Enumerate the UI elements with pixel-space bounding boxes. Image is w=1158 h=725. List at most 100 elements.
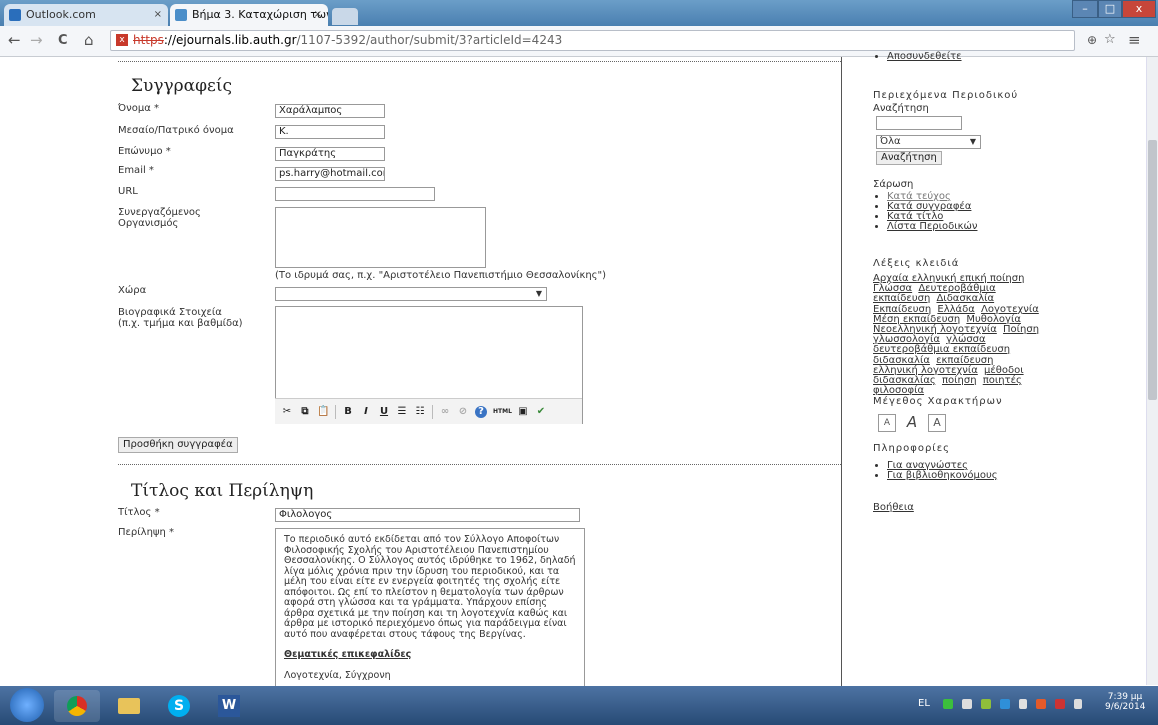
menu-icon[interactable]: ≡ (1128, 31, 1141, 49)
link-icon[interactable]: ∞ (439, 406, 451, 418)
keyword-link[interactable]: Λογοτεχνία (981, 304, 1039, 315)
url-host: ://ejournals.lib.auth.gr (163, 33, 297, 47)
thematic-heading: Θεματικές επικεφαλίδες (284, 649, 412, 660)
last-name-input[interactable]: Παγκράτης (275, 147, 385, 161)
url-input[interactable]: x https://ejournals.lib.auth.gr/1107-539… (110, 30, 1075, 51)
divider (118, 464, 841, 465)
search-button[interactable]: Αναζήτηση (876, 151, 942, 165)
help-link-text: Βοήθεια (873, 502, 914, 513)
html-icon[interactable]: HTML (493, 406, 512, 418)
flag-icon[interactable] (1055, 699, 1065, 709)
affiliation-label-2: Οργανισμός (118, 218, 179, 229)
font-smaller-button[interactable]: A (878, 414, 896, 432)
email-input[interactable]: ps.harry@hotmail.com (275, 167, 385, 181)
keyword-link[interactable]: ποιητές (983, 375, 1022, 386)
first-name-input[interactable]: Χαράλαμπος (275, 104, 385, 118)
spellcheck-icon[interactable]: ✔ (535, 406, 547, 418)
search-scope-select[interactable]: Όλα ▼ (876, 135, 981, 149)
minimize-button[interactable]: – (1072, 0, 1098, 18)
skype-taskbar-icon[interactable]: S (156, 690, 202, 722)
signal-icon[interactable] (1019, 699, 1027, 709)
reload-icon[interactable]: C (58, 33, 68, 48)
abstract-editor[interactable]: Το περιοδικό αυτό εκδίδεται από τον Σύλλ… (275, 528, 585, 688)
keyword-link[interactable]: εκπαίδευση (936, 355, 993, 366)
for-librarians-link[interactable]: Για βιβλιοθηκονόμους (887, 470, 998, 481)
word-taskbar-icon[interactable]: W (206, 690, 252, 722)
underline-icon[interactable]: U (378, 406, 390, 418)
toolbar-separator (335, 404, 336, 419)
chevron-down-icon: ▼ (969, 137, 976, 146)
bold-icon[interactable]: B (342, 406, 354, 418)
last-name-label: Επώνυμο * (118, 146, 171, 157)
tab-outlook[interactable]: Outlook.com × (4, 4, 168, 26)
journal-list-link[interactable]: Λίστα Περιοδικών (887, 221, 977, 232)
new-tab-button[interactable] (332, 8, 358, 25)
title-abstract-heading: Τίτλος και Περίληψη (131, 481, 314, 501)
tray-app-icon[interactable] (943, 699, 953, 709)
font-default-button[interactable]: A (903, 413, 921, 431)
unlink-icon[interactable]: ⊘ (457, 406, 469, 418)
logout-link[interactable]: Αποσυνδεθείτε (887, 51, 962, 62)
address-toolbar: ← → C ⌂ x https://ejournals.lib.auth.gr/… (0, 26, 1158, 57)
image-icon[interactable]: ▣ (517, 406, 529, 418)
tray-app-icon[interactable] (1000, 699, 1010, 709)
chrome-taskbar-icon[interactable] (54, 690, 100, 722)
scope-value: Όλα (880, 136, 901, 147)
add-author-button[interactable]: Προσθήκη συγγραφέα (118, 437, 238, 453)
close-window-button[interactable]: x (1122, 0, 1156, 18)
bullet-list-icon[interactable]: ☰ (396, 406, 408, 418)
paste-icon[interactable]: 📋 (317, 406, 329, 418)
keyword-link[interactable]: δευτεροβάθμια εκπαίδευση (873, 344, 1010, 355)
country-select[interactable]: ▼ (275, 287, 547, 301)
forward-icon[interactable]: → (30, 31, 43, 49)
abstract-label: Περίληψη * (118, 527, 175, 538)
title-label: Τίτλος * (118, 507, 160, 518)
volume-icon[interactable] (1074, 699, 1082, 709)
keyword-link[interactable]: ποίηση (942, 375, 977, 386)
keyword-link[interactable]: Ελλάδα (937, 304, 974, 315)
title-input[interactable]: Φιλολογος (275, 508, 580, 522)
language-indicator[interactable]: EL (918, 698, 930, 709)
help-link[interactable]: Βοήθεια (873, 502, 914, 513)
explorer-taskbar-icon[interactable] (106, 690, 152, 722)
first-name-label: Όνομα * (118, 103, 159, 114)
copy-icon[interactable]: ⧉ (299, 406, 311, 418)
outlook-favicon-icon (9, 9, 21, 21)
cut-icon[interactable]: ✂ (281, 406, 293, 418)
middle-name-label: Μεσαίο/Πατρικό όνομα (118, 125, 234, 136)
insecure-lock-icon: x (116, 34, 128, 46)
tab-close-icon[interactable]: × (314, 4, 322, 26)
zoom-icon[interactable]: ⊕ (1087, 33, 1097, 47)
keyword-link[interactable]: Ποίηση (1003, 324, 1039, 335)
bio-label-2: (π.χ. τμήμα και βαθμίδα) (118, 318, 243, 329)
middle-name-input[interactable]: Κ. (275, 125, 385, 139)
url-field[interactable] (275, 187, 435, 201)
tab-label: Βήμα 3. Καταχώριση των (192, 8, 328, 21)
keyword-link[interactable]: Διδασκαλία (936, 293, 994, 304)
tray-app-icon[interactable] (1036, 699, 1046, 709)
help-icon[interactable]: ? (475, 405, 487, 418)
chevron-down-icon: ▼ (535, 289, 542, 298)
tab-submission[interactable]: Βήμα 3. Καταχώριση των × (170, 4, 328, 26)
home-icon[interactable]: ⌂ (84, 31, 94, 49)
affiliation-textarea[interactable] (275, 207, 486, 268)
font-larger-button[interactable]: A (928, 414, 946, 432)
url-scheme: https (133, 33, 164, 47)
affiliation-label: Συνεργαζόμενος (118, 207, 201, 218)
tray-app-icon[interactable] (981, 699, 991, 709)
scrollbar-thumb[interactable] (1148, 140, 1157, 400)
maximize-button[interactable]: □ (1098, 0, 1122, 18)
back-icon[interactable]: ← (8, 31, 21, 49)
italic-icon[interactable]: I (360, 406, 372, 418)
tab-close-icon[interactable]: × (154, 4, 162, 26)
tray-app-icon[interactable] (962, 699, 972, 709)
keyword-link[interactable]: φιλοσοφία (873, 385, 924, 396)
clock[interactable]: 7:39 μμ 9/6/2014 (1105, 692, 1145, 712)
bookmark-star-icon[interactable]: ☆ (1104, 32, 1116, 47)
keyword-link[interactable]: διδασκαλία (873, 355, 930, 366)
numbered-list-icon[interactable]: ☷ (414, 406, 426, 418)
search-input[interactable] (876, 116, 962, 130)
start-button-icon[interactable] (10, 688, 44, 722)
keyword-link[interactable]: Εκπαίδευση (873, 304, 931, 315)
info-list: Για αναγνώστες Για βιβλιοθηκονόμους (873, 461, 998, 481)
